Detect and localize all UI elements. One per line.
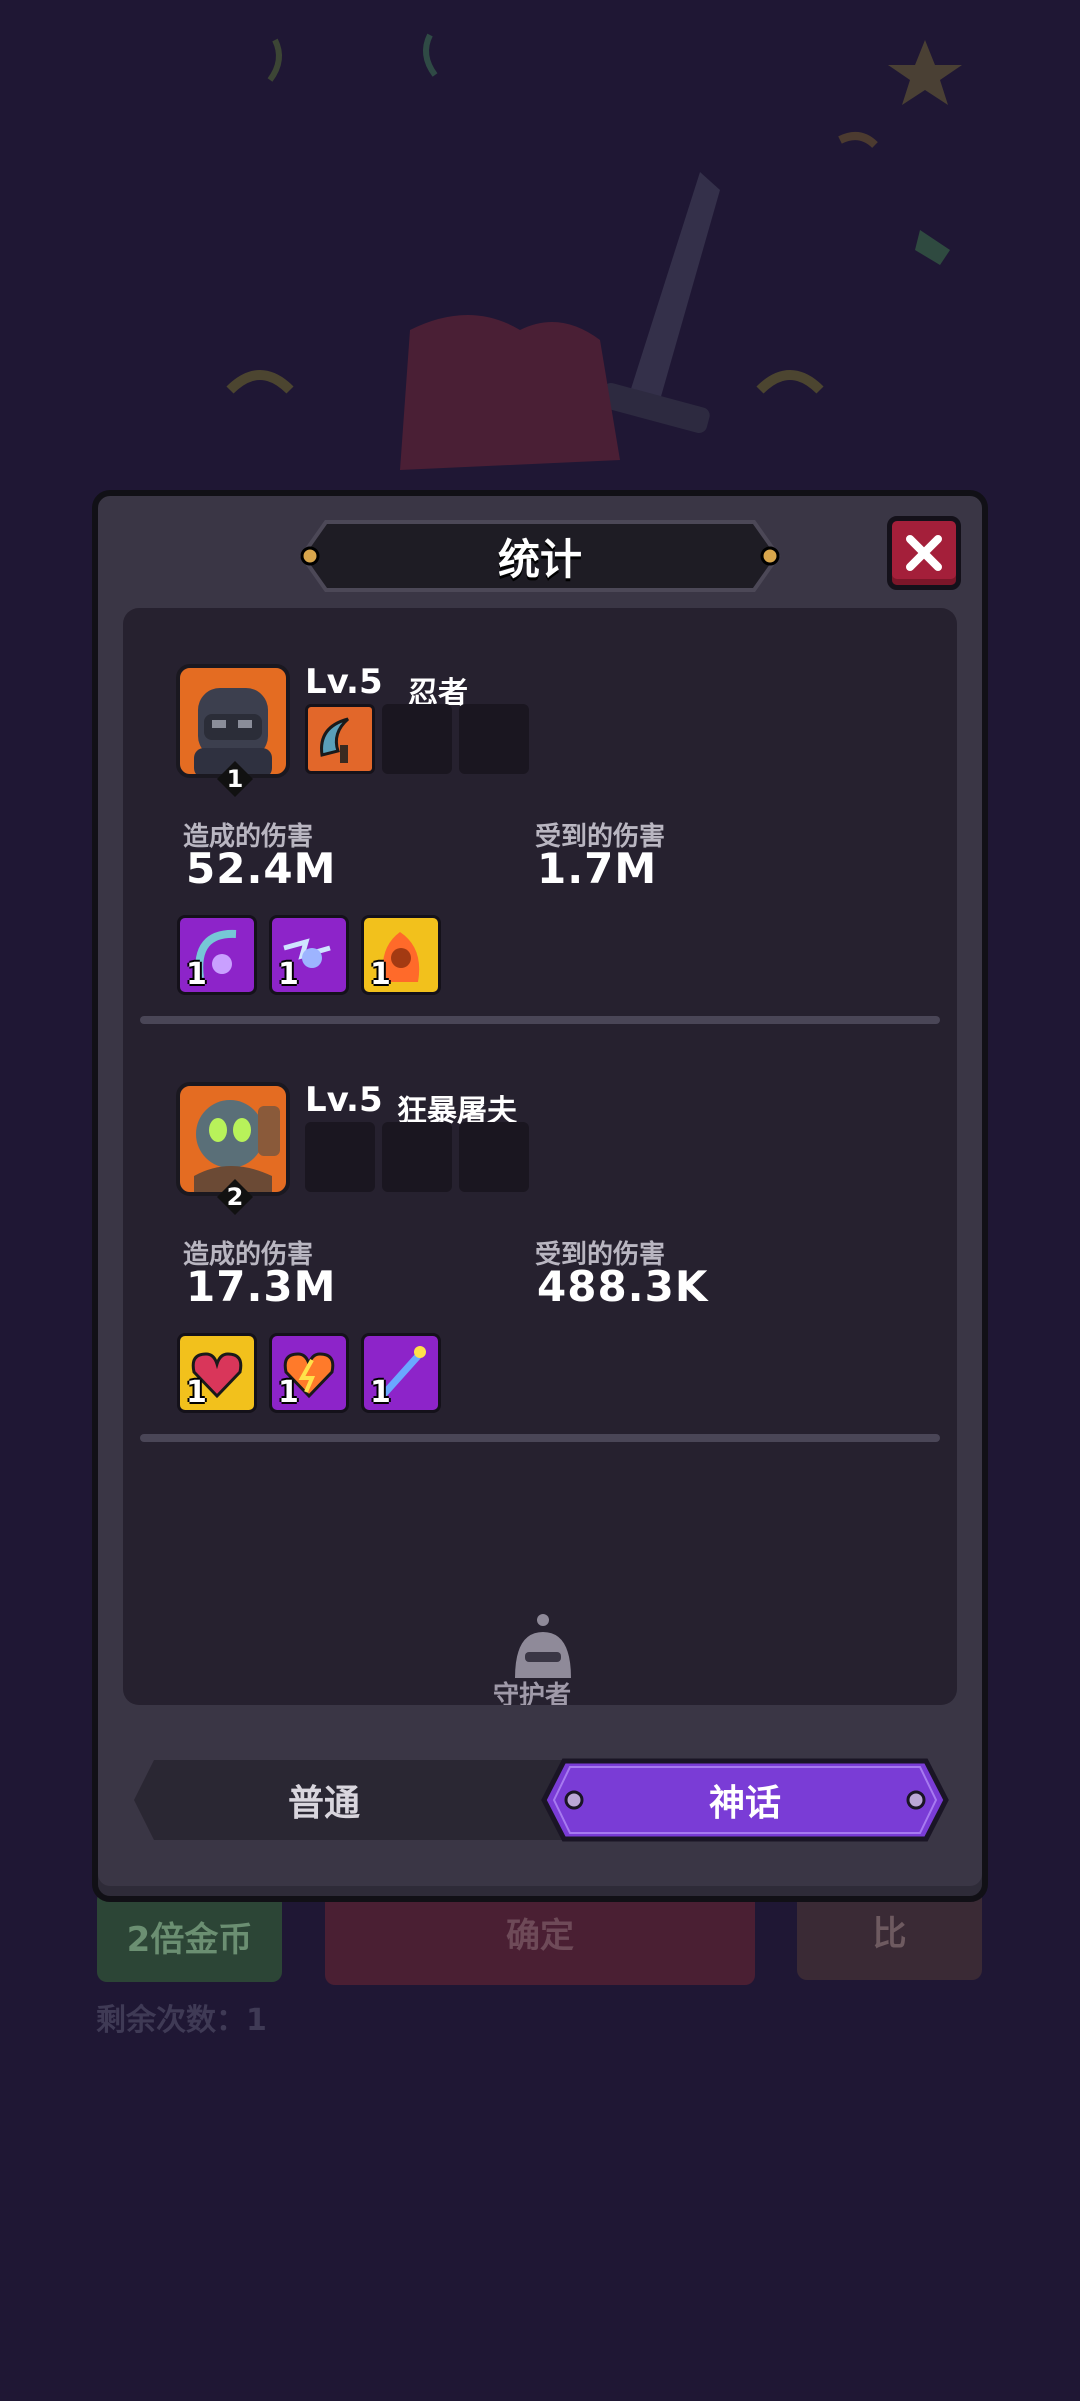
other-label: 比 — [872, 1913, 907, 1954]
skill-count: 1 — [370, 957, 391, 992]
lightning-skill-icon[interactable]: 1 — [269, 915, 349, 995]
tab-normal-label: 普通 — [287, 1783, 360, 1824]
dialog-title: 统计 — [497, 534, 582, 584]
damage-dealt-value: 52.4M — [186, 844, 337, 893]
magic-wand-skill-icon[interactable]: 1 — [361, 1333, 441, 1413]
double-coins-label: 2倍金币 — [126, 1919, 253, 1960]
equip-slot-empty[interactable] — [459, 704, 529, 774]
crescent-blade-icon — [320, 717, 350, 763]
equip-slot-empty[interactable] — [459, 1122, 529, 1192]
close-icon — [906, 535, 942, 571]
confirm-label: 确定 — [506, 1916, 574, 1956]
skill-count: 1 — [370, 1375, 391, 1410]
damage-dealt-value: 17.3M — [186, 1262, 337, 1311]
remaining-count: 剩余次数：1 — [96, 2003, 267, 2038]
tab-myth[interactable]: 神话 — [540, 1757, 950, 1843]
equipped-blade-slot[interactable] — [305, 704, 375, 774]
hero-card-ninja: 1 Lv.5 忍者 造成的伤害 52.4M 受到的伤害 1.7M 1 1 1 — [123, 608, 957, 1018]
close-button[interactable] — [887, 516, 961, 590]
tab-normal[interactable]: 普通 — [134, 1760, 564, 1840]
peek-label: 守护者 — [493, 1681, 572, 1705]
damage-taken-value: 488.3K — [537, 1262, 709, 1311]
hero-level: Lv.5 — [305, 662, 383, 702]
skill-count: 1 — [278, 1375, 299, 1410]
skill-count: 1 — [186, 957, 207, 992]
damage-taken-value: 1.7M — [537, 844, 658, 893]
hero-card-berserk-butcher: 2 Lv.5 狂暴屠夫 造成的伤害 17.3M 受到的伤害 488.3K 1 1… — [123, 1026, 957, 1436]
energy-heart-skill-icon[interactable]: 1 — [269, 1333, 349, 1413]
rank-badge: 1 — [215, 759, 255, 799]
heart-skill-icon[interactable]: 1 — [177, 1333, 257, 1413]
equip-slot-empty[interactable] — [305, 1122, 375, 1192]
rank-badge: 2 — [215, 1177, 255, 1217]
equip-slot-empty[interactable] — [382, 1122, 452, 1192]
stats-panel[interactable]: 1 Lv.5 忍者 造成的伤害 52.4M 受到的伤害 1.7M 1 1 1 2… — [123, 608, 957, 1705]
tab-myth-label: 神话 — [708, 1783, 781, 1824]
scythe-skill-icon[interactable]: 1 — [177, 915, 257, 995]
sword-illustration — [226, 33, 962, 470]
hero-divider — [140, 1016, 940, 1024]
skill-count: 1 — [186, 1375, 207, 1410]
title-plate: 统计 — [290, 518, 790, 594]
skill-count: 1 — [278, 957, 299, 992]
hero-divider — [140, 1434, 940, 1442]
equip-slot-empty[interactable] — [382, 704, 452, 774]
double-coins-button: 2倍金币 — [97, 1890, 282, 1982]
fire-spirit-skill-icon[interactable]: 1 — [361, 915, 441, 995]
hero-level: Lv.5 — [305, 1080, 383, 1120]
